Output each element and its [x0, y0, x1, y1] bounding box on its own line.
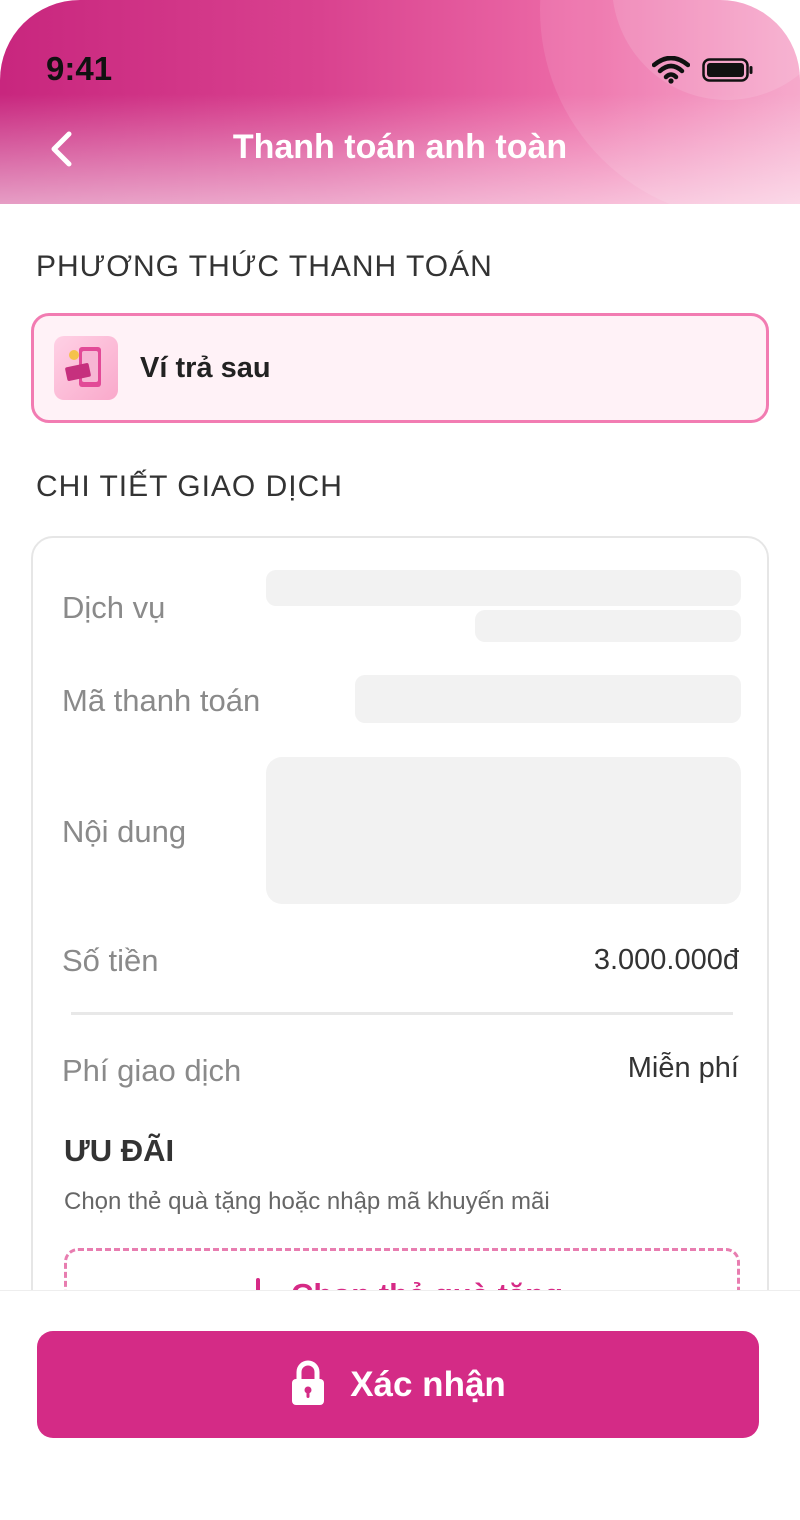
content-label: Nội dung [62, 814, 187, 849]
app-screen: 9:41 Thanh toán anh toàn PHƯƠNG THỨC THA… [0, 0, 800, 1520]
confirm-button-label: Xác nhận [350, 1364, 506, 1404]
fee-label: Phí giao dịch [62, 1053, 242, 1088]
footer: Xác nhận [0, 1290, 800, 1520]
payment-method-heading: PHƯƠNG THỨC THANH TOÁN [36, 250, 493, 283]
confirm-button[interactable]: Xác nhận [37, 1331, 759, 1438]
transaction-details-heading: CHI TIẾT GIAO DỊCH [36, 470, 343, 503]
amount-value: 3.000.000đ [593, 944, 739, 976]
payment-method-label: Ví trả sau [140, 351, 271, 384]
wallet-icon [54, 336, 118, 400]
fee-value: Miễn phí [627, 1052, 739, 1084]
promo-subtitle: Chọn thẻ quà tặng hoặc nhập mã khuyến mã… [64, 1188, 550, 1215]
transaction-details-card: Dịch vụ Mã thanh toán Nội dung Số tiền 3… [31, 536, 769, 1348]
battery-icon [702, 57, 754, 88]
payment-code-placeholder [355, 675, 741, 723]
status-time: 9:41 [46, 50, 113, 87]
lock-icon [290, 1360, 326, 1409]
status-icons [651, 55, 754, 89]
payment-code-label: Mã thanh toán [62, 683, 261, 718]
service-value-placeholder [266, 570, 741, 606]
page-title: Thanh toán anh toàn [232, 128, 568, 166]
content-placeholder [266, 757, 741, 904]
divider [71, 1012, 733, 1015]
payment-method-card[interactable]: Ví trả sau [31, 313, 769, 423]
wifi-icon [651, 55, 691, 89]
promo-title: ƯU ĐÃI [64, 1133, 175, 1168]
service-value-placeholder [475, 610, 741, 642]
header: 9:41 Thanh toán anh toàn [0, 0, 800, 204]
service-label: Dịch vụ [62, 590, 166, 625]
amount-label: Số tiền [62, 943, 159, 978]
